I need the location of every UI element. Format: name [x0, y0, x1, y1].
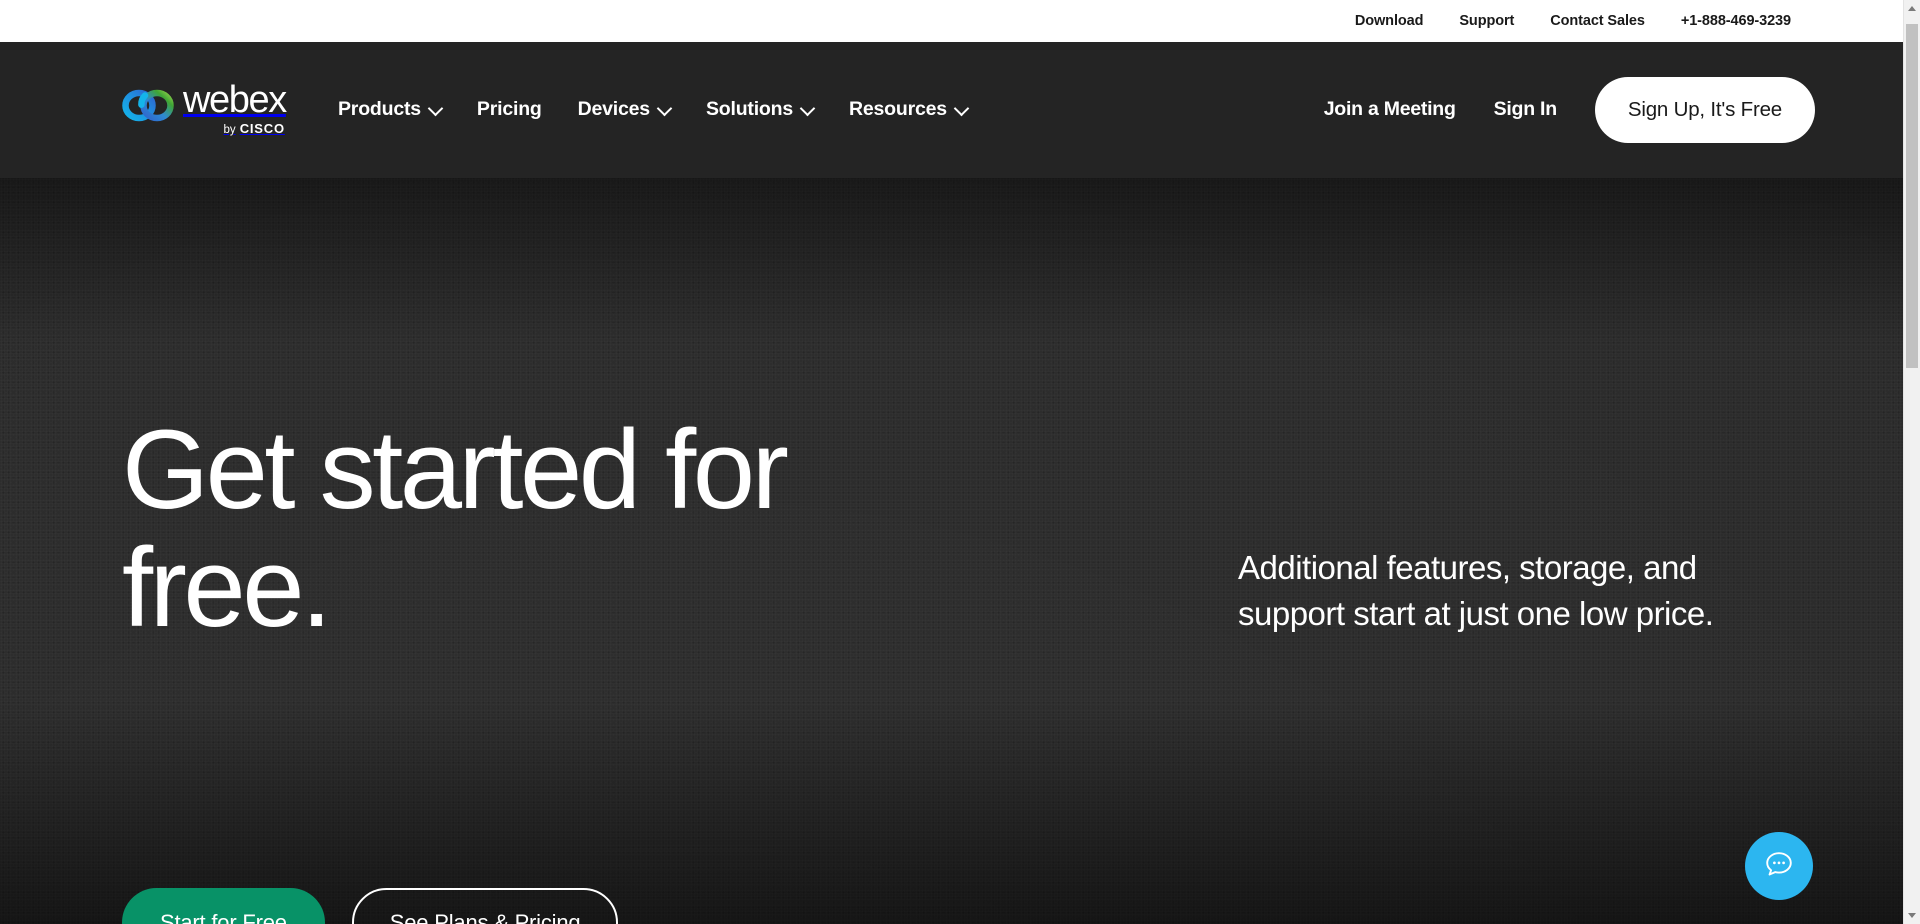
hero-title-line-2: free.	[122, 525, 332, 650]
scroll-up-arrow-icon	[1908, 6, 1916, 11]
join-a-meeting-link[interactable]: Join a Meeting	[1324, 100, 1456, 120]
main-navigation: Products Pricing Devices Solutions Resou…	[338, 42, 1003, 178]
hero-cta-group: Start for Free See Plans & Pricing	[122, 888, 619, 924]
nav-label-pricing: Pricing	[476, 98, 542, 121]
chat-widget-button[interactable]	[1745, 832, 1813, 900]
nav-label-products: Products	[338, 98, 421, 121]
utility-link-support[interactable]: Support	[1459, 14, 1514, 29]
site-header: webex by CISCO Products Pricing Devices	[0, 42, 1903, 178]
scroll-down-button[interactable]	[1904, 907, 1920, 924]
vertical-scrollbar[interactable]	[1903, 0, 1920, 924]
nav-label-solutions: Solutions	[705, 98, 793, 121]
utility-bar: Download Support Contact Sales +1-888-46…	[0, 0, 1903, 42]
see-plans-and-pricing-button[interactable]: See Plans & Pricing	[351, 888, 619, 924]
sign-up-button[interactable]: Sign Up, It's Free	[1594, 77, 1815, 143]
chevron-down-icon	[799, 100, 816, 117]
nav-item-solutions[interactable]: Solutions	[705, 98, 816, 121]
hero-title-line-1: Get started for	[122, 407, 789, 532]
hero-subtitle-line-1: Additional features, storage, and	[1238, 549, 1697, 586]
start-for-free-button[interactable]: Start for Free	[122, 888, 325, 924]
utility-link-download[interactable]: Download	[1355, 14, 1424, 29]
utility-link-phone[interactable]: +1-888-469-3239	[1681, 14, 1791, 29]
hero-content: Get started for free. Additional features…	[0, 178, 1903, 924]
webex-logo[interactable]: webex by CISCO	[122, 79, 287, 138]
chevron-down-icon	[953, 100, 970, 117]
page-viewport: Download Support Contact Sales +1-888-46…	[0, 0, 1903, 924]
nav-item-devices[interactable]: Devices	[577, 98, 673, 121]
scroll-up-button[interactable]	[1904, 0, 1920, 17]
logo-cisco-text: CISCO	[239, 121, 285, 136]
nav-label-resources: Resources	[848, 98, 947, 121]
chevron-down-icon	[656, 100, 673, 117]
chevron-down-icon	[427, 100, 444, 117]
utility-link-contact-sales[interactable]: Contact Sales	[1550, 14, 1645, 29]
scroll-down-arrow-icon	[1908, 913, 1916, 918]
logo-wordmark: webex	[183, 79, 287, 121]
webex-rings-logo	[122, 85, 174, 125]
nav-item-resources[interactable]: Resources	[848, 98, 970, 121]
nav-label-devices: Devices	[577, 98, 651, 121]
hero-subtitle-line-2: support start at just one low price.	[1238, 595, 1714, 632]
nav-item-pricing[interactable]: Pricing	[477, 100, 542, 120]
hero-title: Get started for free.	[122, 411, 902, 647]
header-actions: Join a Meeting Sign In Sign Up, It's Fre…	[1324, 42, 1815, 178]
nav-item-products[interactable]: Products	[338, 98, 444, 121]
logo-by-text: by	[223, 124, 236, 136]
hero-subtitle: Additional features, storage, and support…	[1238, 545, 1798, 637]
chat-bubble-icon	[1760, 846, 1798, 887]
scrollbar-thumb[interactable]	[1906, 24, 1918, 368]
hero-section: Get started for free. Additional features…	[0, 178, 1903, 924]
sign-in-link[interactable]: Sign In	[1494, 100, 1558, 120]
browser-page: Download Support Contact Sales +1-888-46…	[0, 0, 1920, 924]
